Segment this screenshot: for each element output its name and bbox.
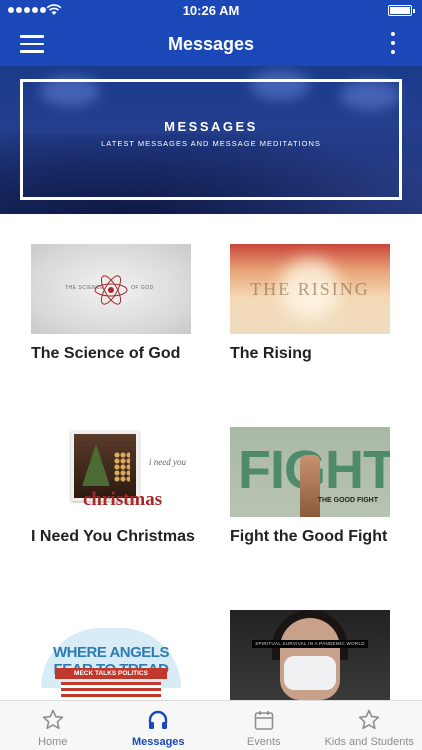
tab-home[interactable]: Home <box>0 701 106 750</box>
hero-banner: MESSAGES LATEST MESSAGES AND MESSAGE MED… <box>0 66 422 214</box>
tab-label: Home <box>38 736 68 748</box>
message-thumbnail: SPIRITUAL SURVIVAL IN A PANDEMIC WORLD <box>230 610 390 700</box>
more-options-icon[interactable] <box>390 32 396 56</box>
thumb-text: THE RISING <box>250 279 370 299</box>
raised-fist-icon <box>300 455 320 517</box>
hero-subtitle: LATEST MESSAGES AND MESSAGE MEDITATIONS <box>101 139 321 148</box>
atom-icon <box>94 275 128 305</box>
thumb-band: MECK TALKS POLITICS <box>55 668 167 679</box>
tab-events[interactable]: Events <box>211 701 317 750</box>
message-card-spiritual-survival[interactable]: SPIRITUAL SURVIVAL IN A PANDEMIC WORLD <box>230 610 390 700</box>
lights-decoration <box>114 452 130 482</box>
message-card-fight-the-good-fight[interactable]: FIGHT THE GOOD FIGHT Fight the Good Figh… <box>230 427 390 546</box>
star-icon <box>42 709 63 730</box>
calendar-icon <box>254 711 274 730</box>
message-thumbnail: THE SCIENCE OF GOD <box>31 244 191 334</box>
message-card-i-need-you-christmas[interactable]: i need you christmas I Need You Christma… <box>31 427 195 546</box>
message-thumbnail: THE RISING <box>230 244 390 334</box>
tab-messages[interactable]: Messages <box>106 701 212 750</box>
thumb-script-text: i need you <box>149 457 186 467</box>
tab-bar: Home Messages Events Kids and Students <box>0 700 422 750</box>
message-card-the-rising[interactable]: THE RISING The Rising <box>230 244 390 363</box>
tab-label: Events <box>246 736 281 748</box>
tab-kids-and-students[interactable]: Kids and Students <box>317 701 422 750</box>
status-time: 10:26 AM <box>182 3 240 18</box>
message-thumbnail: i need you christmas <box>31 427 191 517</box>
message-card-where-angels-fear-to-tread[interactable]: WHERE ANGELS FEAR TO TREAD MECK TALKS PO… <box>31 610 191 700</box>
messages-grid: THE SCIENCE OF GOD The Science of God TH… <box>0 214 422 700</box>
message-title: The Rising <box>230 345 312 362</box>
nav-bar: Messages <box>0 22 422 66</box>
tab-label: Kids and Students <box>324 736 414 748</box>
message-title: Fight the Good Fight <box>230 528 388 545</box>
message-card-science-of-god[interactable]: THE SCIENCE OF GOD The Science of God <box>31 244 191 363</box>
message-title: The Science of God <box>31 345 181 362</box>
message-thumbnail: WHERE ANGELS FEAR TO TREAD MECK TALKS PO… <box>31 610 191 700</box>
flag-stripes <box>61 682 161 700</box>
battery-icon <box>388 5 415 16</box>
star-icon <box>359 709 380 730</box>
tab-label: Messages <box>131 736 185 748</box>
christmas-tree-icon <box>82 444 110 486</box>
thumb-subtext: THE GOOD FIGHT <box>317 497 378 504</box>
status-bar: 10:26 AM <box>0 0 422 22</box>
message-thumbnail: FIGHT THE GOOD FIGHT <box>230 427 390 517</box>
headphones-icon <box>149 710 168 729</box>
page-title: Messages <box>167 34 255 54</box>
face-mask-icon <box>284 656 336 690</box>
thumb-text: christmas <box>83 489 163 510</box>
thumb-text: SPIRITUAL SURVIVAL IN A PANDEMIC WORLD <box>252 640 368 648</box>
message-title: I Need You Christmas <box>31 528 195 545</box>
thumb-text: OF GOD <box>131 285 154 291</box>
hamburger-menu-icon[interactable] <box>20 35 44 53</box>
hero-title: MESSAGES <box>164 119 258 134</box>
